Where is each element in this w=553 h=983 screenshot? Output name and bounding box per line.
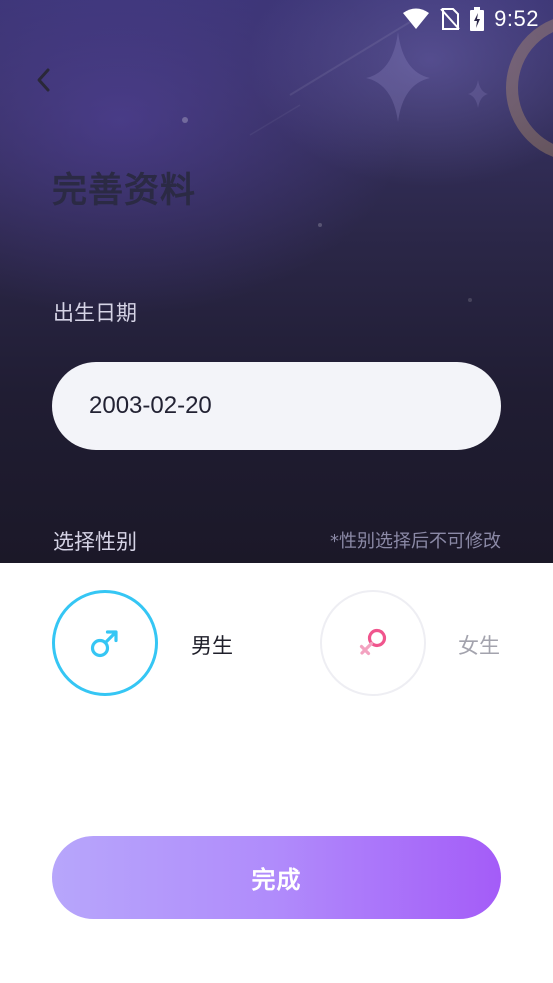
- page-title: 完善资料: [52, 171, 197, 211]
- back-button[interactable]: [26, 60, 60, 100]
- gender-hint: *性别选择后不可修改: [330, 531, 501, 552]
- no-sim-icon: [440, 7, 460, 31]
- birth-date-value: 2003-02-20: [89, 392, 212, 419]
- battery-charging-icon: [470, 7, 485, 31]
- birth-date-field[interactable]: 2003-02-20: [52, 362, 501, 450]
- header-background: [0, 0, 553, 563]
- birth-date-label: 出生日期: [53, 301, 137, 325]
- female-option-label[interactable]: 女生: [458, 630, 500, 660]
- status-time: 9:52: [494, 6, 539, 31]
- done-button[interactable]: 完成: [52, 836, 501, 919]
- male-option-label[interactable]: 男生: [191, 630, 233, 660]
- decorative-stars-icon: [182, 19, 553, 302]
- status-bar: 9:52: [402, 0, 553, 38]
- male-symbol-icon: [90, 630, 118, 658]
- female-option-button[interactable]: [320, 590, 426, 696]
- female-symbol-icon: [359, 628, 387, 656]
- wifi-icon: [402, 8, 430, 30]
- gender-label: 选择性别: [53, 530, 137, 554]
- male-option-button[interactable]: [52, 590, 158, 696]
- chevron-left-icon: [37, 68, 50, 92]
